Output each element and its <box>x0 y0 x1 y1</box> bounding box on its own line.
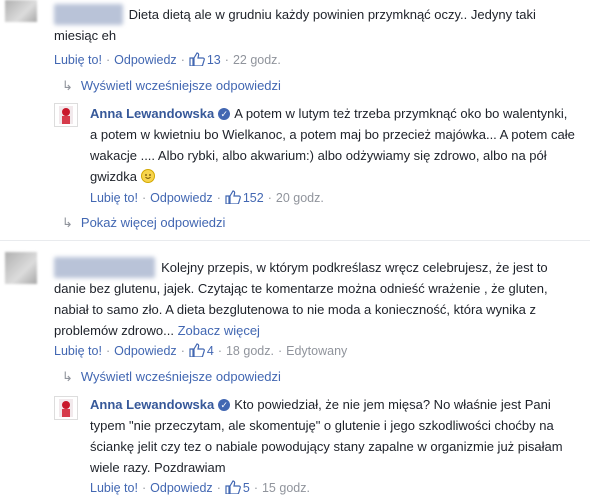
verified-badge-icon: ✓ <box>218 108 231 120</box>
reply-2-body: Anna Lewandowska ✓ Kto powiedział, że nie … <box>90 394 575 478</box>
thumbs-up-icon[interactable] <box>189 343 205 357</box>
comment-2-body: xxxxxx xxxxxxxxxKolejny przepis, w który… <box>54 257 576 341</box>
comment-1-like-count[interactable]: 13 <box>207 53 221 67</box>
comment-1-reply-link[interactable]: Odpowiedz <box>114 53 177 67</box>
reply-1-body: Anna Lewandowska ✓ A potem w lutym też trz… <box>90 103 575 187</box>
comment-1-show-more-label[interactable]: Pokaż więcej odpowiedzi <box>81 215 226 230</box>
comment-2-view-previous-label[interactable]: Wyświetl wcześniejsze odpowiedzi <box>81 369 281 384</box>
reply-1-actions: Lubię to! · Odpowiedz · 152 · 20 godz. <box>90 190 324 205</box>
thumbs-up-icon[interactable] <box>225 190 241 204</box>
commenter-2-avatar[interactable] <box>5 252 37 284</box>
comment-1-like-link[interactable]: Lubię to! <box>54 53 102 67</box>
reply-2-like-link[interactable]: Lubię to! <box>90 481 138 495</box>
comment-1-view-previous[interactable]: ↳ Wyświetl wcześniejsze odpowiedzi <box>62 78 281 94</box>
comment-2-like-link[interactable]: Lubię to! <box>54 344 102 358</box>
smile-emoji-icon <box>140 169 155 183</box>
verified-badge-icon: ✓ <box>218 399 231 411</box>
commenter-2-name-blurred[interactable]: xxxxxx xxxxxxxxx <box>54 257 156 278</box>
comment-1-text: Dieta dietą ale w grudniu każdy powinien… <box>54 7 536 43</box>
comment-2-see-more[interactable]: Zobacz więcej <box>178 323 260 338</box>
anna-avatar-image <box>59 106 73 124</box>
comment-2-view-previous[interactable]: ↳ Wyświetl wcześniejsze odpowiedzi <box>62 369 281 385</box>
comment-2-reply-link[interactable]: Odpowiedz <box>114 344 177 358</box>
reply-arrow-icon: ↳ <box>62 215 73 230</box>
thumbs-up-icon[interactable] <box>225 480 241 494</box>
reply-1-avatar[interactable] <box>54 103 78 127</box>
reply-1-reply-link[interactable]: Odpowiedz <box>150 191 213 205</box>
reply-2-reply-link[interactable]: Odpowiedz <box>150 481 213 495</box>
comment-2-actions: Lubię to! · Odpowiedz · 4 · 18 godz. · Edytowany <box>54 343 348 358</box>
reply-2-time[interactable]: 15 godz. <box>262 481 310 495</box>
reply-arrow-icon: ↳ <box>62 369 73 384</box>
reply-1-time[interactable]: 20 godz. <box>276 191 324 205</box>
reply-arrow-icon: ↳ <box>62 78 73 93</box>
reply-2-like-count[interactable]: 5 <box>243 481 250 495</box>
comment-1-actions: Lubię to! · Odpowiedz · 13 · 22 godz. <box>54 52 281 67</box>
commenter-1-name-blurred[interactable]: xxxxxx xxxx <box>54 4 123 25</box>
reply-2-author[interactable]: Anna Lewandowska <box>90 397 214 412</box>
comment-2-time[interactable]: 18 godz. <box>226 344 274 358</box>
reply-1-author[interactable]: Anna Lewandowska <box>90 106 214 121</box>
reply-2-actions: Lubię to! · Odpowiedz · 5 · 15 godz. <box>90 480 310 495</box>
comment-2-like-count[interactable]: 4 <box>207 344 214 358</box>
reply-1-like-link[interactable]: Lubię to! <box>90 191 138 205</box>
comment-2-edited[interactable]: Edytowany <box>286 344 347 358</box>
anna-avatar-image <box>59 399 73 417</box>
divider <box>0 240 590 241</box>
comment-1-show-more-replies[interactable]: ↳ Pokaż więcej odpowiedzi <box>62 215 225 231</box>
reply-2-avatar[interactable] <box>54 396 78 420</box>
comment-1-time[interactable]: 22 godz. <box>233 53 281 67</box>
comment-1-body: xxxxxx xxxxDieta dietą ale w grudniu każ… <box>54 4 574 46</box>
comment-1-view-previous-label[interactable]: Wyświetl wcześniejsze odpowiedzi <box>81 78 281 93</box>
commenter-1-avatar[interactable] <box>5 0 37 22</box>
reply-1-like-count[interactable]: 152 <box>243 191 264 205</box>
thumbs-up-icon[interactable] <box>189 52 205 66</box>
